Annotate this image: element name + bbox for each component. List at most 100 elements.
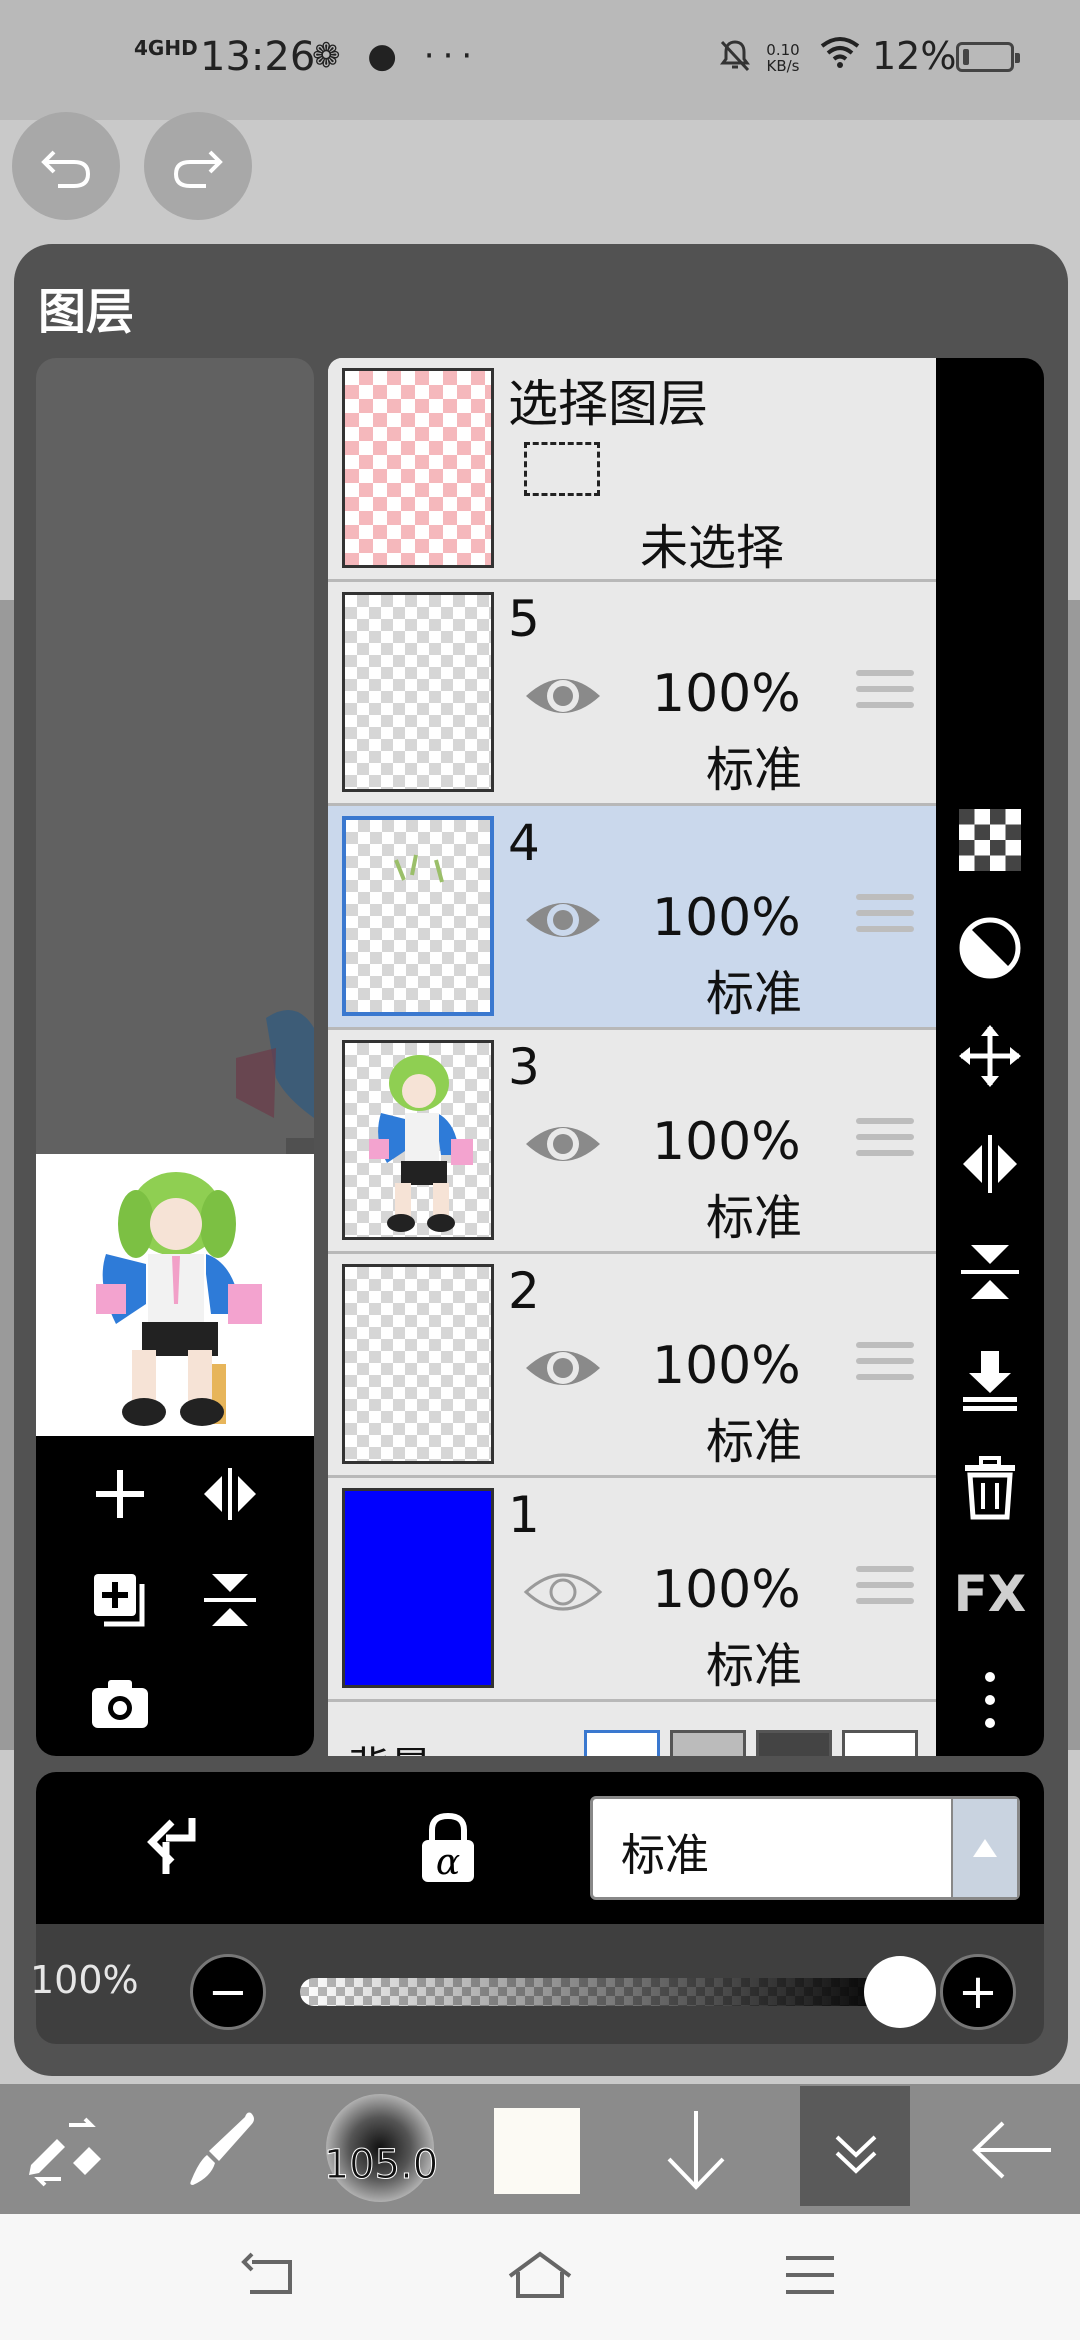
selection-layer-title: 选择图层 [508, 375, 708, 433]
contrast-icon [959, 917, 1021, 979]
layer-row-selected[interactable]: 4 100% 标准 [328, 806, 936, 1030]
minus-icon: − [207, 1964, 249, 2020]
opacity-slider-thumb[interactable] [864, 1956, 936, 2028]
layer-opacity: 100% [652, 664, 801, 724]
tool-switch-button[interactable] [6, 2090, 126, 2210]
alpha-lock-button[interactable]: α [408, 1808, 488, 1888]
drag-handle-icon[interactable] [856, 670, 914, 718]
flip-horizontal-button[interactable] [190, 1454, 270, 1534]
layer-opacity: 100% [652, 1336, 801, 1396]
transparency-button[interactable] [954, 804, 1026, 876]
canvas-preview[interactable] [36, 1154, 314, 1436]
back-button[interactable] [952, 2090, 1072, 2210]
undo-button[interactable] [12, 112, 120, 220]
merge-down-button[interactable] [954, 1344, 1026, 1416]
system-home-button[interactable] [500, 2240, 580, 2310]
brush-size-value: 105.0 [323, 2142, 439, 2189]
layer-row[interactable]: 3 100% 标准 [328, 1030, 936, 1254]
opacity-label: 100% [30, 1958, 139, 2002]
alpha-lock-icon: α [422, 1812, 474, 1883]
collapse-panel-button[interactable] [796, 2090, 916, 2210]
opacity-decrease-button[interactable]: − [190, 1954, 266, 2030]
opacity-increase-button[interactable]: + [940, 1954, 1016, 2030]
layer-thumbnail [342, 816, 494, 1016]
blend-mode-select[interactable]: 标准 [590, 1796, 1020, 1900]
redo-button[interactable] [144, 112, 252, 220]
layer-4-sketch [394, 854, 444, 883]
flip-horizontal-layer-button[interactable] [954, 1128, 1026, 1200]
more-options-button[interactable] [954, 1664, 1026, 1736]
drag-handle-icon[interactable] [856, 894, 914, 942]
right-toolbar: FX [936, 358, 1044, 1756]
layer-down-button[interactable] [636, 2090, 756, 2210]
move-layer-button[interactable] [954, 1020, 1026, 1092]
artwork-thumbnail [96, 1172, 262, 1426]
system-back-icon [241, 2252, 292, 2294]
status-bar: 4GHD 13:26 ❁ ● ··· 0.10 KB/s 12% [0, 0, 1080, 120]
invert-button[interactable] [954, 912, 1026, 984]
flip-vertical-button[interactable] [190, 1560, 270, 1640]
drag-handle-icon[interactable] [856, 1566, 914, 1614]
layer-row[interactable]: 2 100% 标准 [328, 1254, 936, 1478]
opacity-slider-track[interactable] [300, 1978, 900, 2006]
layer-opacity: 100% [652, 1560, 801, 1620]
svg-text:α: α [436, 1842, 460, 1883]
dropdown-arrow-icon [951, 1799, 1017, 1897]
character-artwork-thumbnail [369, 1055, 473, 1232]
visibility-eye-icon[interactable] [522, 1116, 604, 1172]
fx-label: FX [953, 1565, 1027, 1623]
clip-arrow-icon [147, 1818, 196, 1874]
background-checker-light-option[interactable] [670, 1730, 746, 1756]
layer-opacity: 100% [652, 888, 801, 948]
visibility-eye-icon-hidden[interactable] [522, 1564, 604, 1620]
clipping-button[interactable] [136, 1808, 216, 1888]
layer-blend-mode: 标准 [706, 1414, 803, 1470]
background-white-option[interactable] [584, 1730, 660, 1756]
system-menu-button[interactable] [770, 2240, 850, 2310]
flip-vertical-icon [961, 1245, 1019, 1299]
system-menu-icon [786, 2256, 834, 2294]
background-layer-label[interactable]: 背景 [348, 1734, 432, 1756]
plus-icon [96, 1470, 144, 1518]
arrow-down-icon [667, 2111, 725, 2190]
layer-row[interactable]: 5 100% 标准 [328, 582, 936, 806]
layer-opacity: 100% [652, 1112, 801, 1172]
duplicate-layer-button[interactable] [80, 1560, 160, 1640]
flip-horizontal-icon [204, 1468, 256, 1520]
layer-blend-mode: 标准 [706, 966, 803, 1022]
delete-layer-button[interactable] [954, 1452, 1026, 1524]
panel-title: 图层 [38, 284, 135, 340]
drag-handle-icon[interactable] [856, 1118, 914, 1166]
battery-percent: 12% [872, 34, 957, 78]
current-color-swatch[interactable] [494, 2108, 580, 2194]
background-checker-dark-option[interactable] [756, 1730, 832, 1756]
visibility-eye-icon[interactable] [522, 892, 604, 948]
drag-handle-icon[interactable] [856, 1342, 914, 1390]
layer-row[interactable]: 1 100% 标准 [328, 1478, 936, 1702]
redo-icon [173, 150, 223, 188]
flip-vertical-icon [204, 1574, 256, 1626]
checkerboard-icon [959, 809, 1021, 871]
notification-icons: ❁ ● ··· [312, 36, 481, 76]
visibility-eye-icon[interactable] [522, 1340, 604, 1396]
layer-thumbnail [342, 1040, 494, 1240]
plus-icon: + [957, 1964, 999, 2020]
flip-vertical-layer-button[interactable] [954, 1236, 1026, 1308]
status-time: 13:26 [200, 34, 316, 80]
system-home-icon [508, 2251, 572, 2298]
flip-horizontal-icon [963, 1135, 1017, 1193]
layer-blend-mode: 标准 [706, 1190, 803, 1246]
visibility-eye-icon[interactable] [522, 668, 604, 724]
selection-layer-row[interactable]: 选择图层 未选择 [328, 358, 936, 582]
left-toolbar [36, 1436, 314, 1756]
camera-import-button[interactable] [80, 1664, 160, 1744]
double-chevron-down-icon [835, 2135, 877, 2174]
background-none-option[interactable] [842, 1730, 918, 1756]
system-back-button[interactable] [230, 2240, 310, 2310]
add-layer-button[interactable] [80, 1454, 160, 1534]
layer-blend-mode: 标准 [706, 742, 803, 798]
fx-button[interactable]: FX [953, 1558, 1027, 1630]
layer-number: 2 [508, 1262, 540, 1320]
brush-tool-button[interactable] [160, 2090, 280, 2210]
layer-list: 选择图层 未选择 5 100% 标准 4 100% 标准 3 100% 标准 2… [328, 358, 936, 1756]
